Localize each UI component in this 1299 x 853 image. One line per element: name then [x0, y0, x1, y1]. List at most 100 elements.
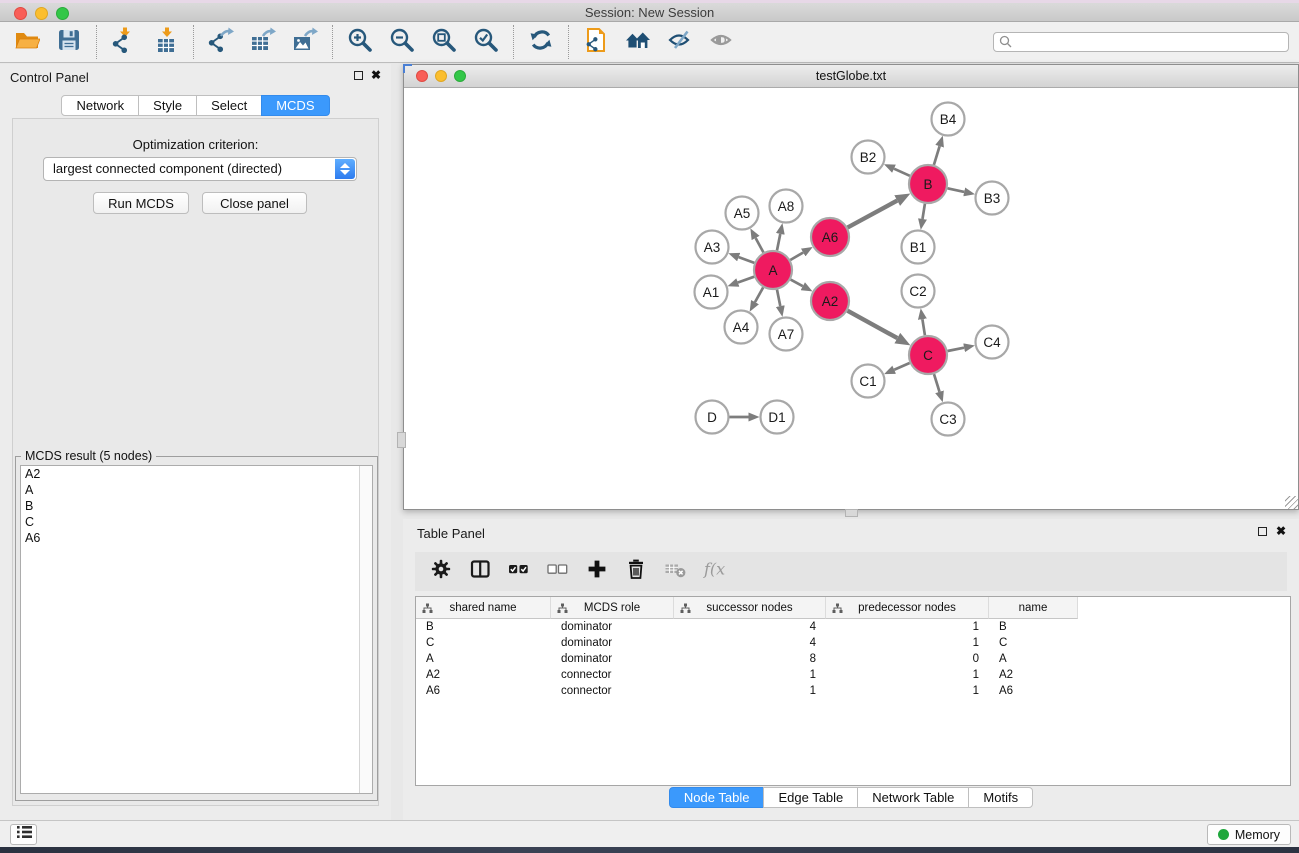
graph-edge-C-C4[interactable] — [948, 348, 965, 351]
graph-node-C4[interactable]: C4 — [976, 326, 1009, 359]
search-input[interactable] — [993, 32, 1289, 52]
graph-node-B3[interactable]: B3 — [976, 182, 1009, 215]
tab-node-table[interactable]: Node Table — [669, 787, 765, 808]
window-resize-handle[interactable] — [1285, 496, 1298, 509]
home-button[interactable] — [617, 24, 659, 60]
graph-edge-B-B3[interactable] — [948, 188, 965, 192]
graph-edge-A-A1[interactable] — [738, 277, 754, 283]
mcds-result-list[interactable]: A2ABCA6 — [20, 465, 373, 794]
open-network-file-button[interactable] — [575, 24, 617, 60]
graph-edge-A-A7[interactable] — [777, 290, 780, 307]
float-panel-icon[interactable] — [354, 71, 363, 80]
graph-node-A[interactable]: A — [754, 251, 792, 289]
graph-edge-C-C3[interactable] — [934, 374, 940, 392]
deselect-all-button[interactable] — [546, 559, 570, 585]
refresh-layout-button[interactable] — [520, 24, 562, 60]
network-graph[interactable]: A A1 A2 A3 A4 A5 A6 A7 A8 B B1 B2 B3 B4 … — [404, 88, 1298, 509]
graph-edge-B-B4[interactable] — [934, 146, 940, 165]
result-list-item[interactable]: A2 — [21, 466, 372, 482]
graph-edge-A-A6[interactable] — [790, 253, 803, 261]
select-all-button[interactable] — [507, 559, 531, 585]
graph-node-A4[interactable]: A4 — [725, 311, 758, 344]
column-header-name[interactable]: name — [989, 597, 1078, 619]
table-row[interactable]: A2connector11A2 — [416, 667, 1290, 683]
graph-node-C2[interactable]: C2 — [902, 275, 935, 308]
tab-edge-table[interactable]: Edge Table — [763, 787, 858, 808]
zoom-in-button[interactable] — [339, 24, 381, 60]
zoom-out-button[interactable] — [381, 24, 423, 60]
graph-node-B2[interactable]: B2 — [852, 141, 885, 174]
column-header-successor-nodes[interactable]: successor nodes — [674, 597, 826, 619]
graph-node-A8[interactable]: A8 — [770, 190, 803, 223]
function-builder-button[interactable]: f(x) — [702, 559, 726, 585]
graph-edge-C-C1[interactable] — [894, 363, 909, 370]
graph-node-C[interactable]: C — [909, 336, 947, 374]
graph-edge-A-A2[interactable] — [791, 280, 803, 287]
graph-node-A7[interactable]: A7 — [770, 318, 803, 351]
export-network-button[interactable] — [200, 24, 242, 60]
column-header-MCDS-role[interactable]: MCDS role — [551, 597, 674, 619]
column-header-predecessor-nodes[interactable]: predecessor nodes — [826, 597, 989, 619]
graph-edge-A2-C[interactable] — [848, 311, 898, 338]
graph-edge-A-A4[interactable] — [755, 287, 763, 302]
open-folder-button[interactable] — [6, 24, 48, 60]
column-header-shared-name[interactable]: shared name — [416, 597, 551, 619]
graph-edge-B-B1[interactable] — [923, 204, 925, 219]
export-table-button[interactable] — [242, 24, 284, 60]
show-graphics-details-button[interactable] — [659, 24, 701, 60]
close-panel-icon[interactable]: ✖ — [371, 68, 381, 82]
table-row[interactable]: Bdominator41B — [416, 619, 1290, 635]
graph-node-C1[interactable]: C1 — [852, 365, 885, 398]
graph-edge-A-A3[interactable] — [739, 257, 755, 263]
tab-select[interactable]: Select — [196, 95, 262, 116]
tab-network-table[interactable]: Network Table — [857, 787, 969, 808]
splitter-grip-left[interactable] — [397, 432, 406, 448]
splitter-grip-bottom[interactable] — [845, 509, 858, 517]
result-list-item[interactable]: B — [21, 498, 372, 514]
graph-node-A3[interactable]: A3 — [696, 231, 729, 264]
table-row[interactable]: Adominator80A — [416, 651, 1290, 667]
result-list-item[interactable]: A — [21, 482, 372, 498]
graph-node-B4[interactable]: B4 — [932, 103, 965, 136]
tab-motifs[interactable]: Motifs — [968, 787, 1033, 808]
graph-node-B[interactable]: B — [909, 165, 947, 203]
graph-node-B1[interactable]: B1 — [902, 231, 935, 264]
delete-row-button[interactable] — [624, 559, 648, 585]
graph-edge-C-C2[interactable] — [922, 319, 925, 335]
close-table-panel-icon[interactable]: ✖ — [1276, 524, 1286, 538]
graph-node-A2[interactable]: A2 — [811, 282, 849, 320]
graph-node-A6[interactable]: A6 — [811, 218, 849, 256]
criterion-dropdown[interactable]: largest connected component (directed) — [43, 157, 357, 181]
save-session-button[interactable] — [48, 24, 90, 60]
graph-node-D1[interactable]: D1 — [761, 401, 794, 434]
graph-edge-A6-B[interactable] — [848, 201, 898, 228]
result-list-item[interactable]: C — [21, 514, 372, 530]
graph-node-A5[interactable]: A5 — [726, 197, 759, 230]
import-network-button[interactable] — [103, 24, 145, 60]
tab-style[interactable]: Style — [138, 95, 197, 116]
network-canvas[interactable]: A A1 A2 A3 A4 A5 A6 A7 A8 B B1 B2 B3 B4 … — [404, 88, 1298, 509]
close-panel-button[interactable]: Close panel — [202, 192, 307, 214]
zoom-fit-button[interactable] — [423, 24, 465, 60]
task-list-button[interactable] — [10, 824, 37, 845]
gear-button[interactable] — [429, 559, 453, 585]
graph-edge-B-B2[interactable] — [894, 169, 910, 176]
export-image-button[interactable] — [284, 24, 326, 60]
graph-edge-A-A5[interactable] — [756, 238, 764, 252]
columns-button[interactable] — [468, 559, 492, 585]
add-row-button[interactable] — [585, 559, 609, 585]
run-mcds-button[interactable]: Run MCDS — [93, 192, 189, 214]
delete-table-button[interactable] — [663, 559, 687, 585]
tab-network[interactable]: Network — [61, 95, 139, 116]
float-table-panel-icon[interactable] — [1258, 527, 1267, 536]
import-table-button[interactable] — [145, 24, 187, 60]
network-window-titlebar[interactable]: testGlobe.txt — [404, 65, 1298, 88]
result-list-scrollbar[interactable] — [359, 466, 372, 793]
memory-button[interactable]: Memory — [1207, 824, 1291, 845]
birdseye-view-button[interactable] — [701, 24, 743, 60]
graph-edge-A-A8[interactable] — [777, 234, 780, 251]
tab-mcds[interactable]: MCDS — [261, 95, 329, 116]
zoom-selected-button[interactable] — [465, 24, 507, 60]
graph-node-C3[interactable]: C3 — [932, 403, 965, 436]
graph-node-D[interactable]: D — [696, 401, 729, 434]
